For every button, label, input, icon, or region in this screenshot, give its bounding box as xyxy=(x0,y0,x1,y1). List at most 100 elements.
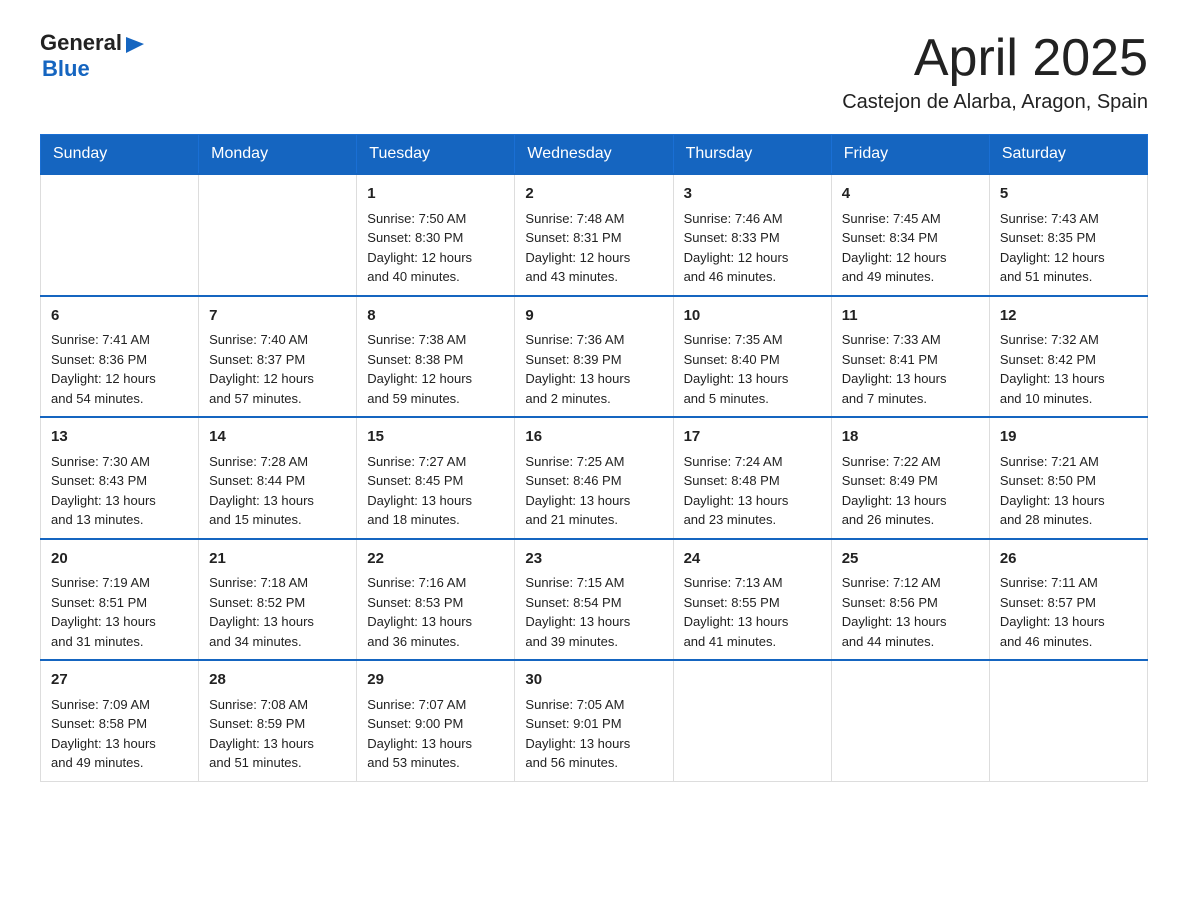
day-content: Daylight: 12 hours xyxy=(1000,248,1137,268)
day-content: Sunset: 8:41 PM xyxy=(842,350,979,370)
day-content: Sunrise: 7:11 AM xyxy=(1000,573,1137,593)
calendar-cell: 19Sunrise: 7:21 AMSunset: 8:50 PMDayligh… xyxy=(989,417,1147,539)
day-content: Sunrise: 7:22 AM xyxy=(842,452,979,472)
day-number: 29 xyxy=(367,669,504,692)
day-content: Sunset: 9:00 PM xyxy=(367,714,504,734)
day-content: and 44 minutes. xyxy=(842,632,979,652)
calendar-week-row: 20Sunrise: 7:19 AMSunset: 8:51 PMDayligh… xyxy=(41,539,1148,661)
day-content: Sunset: 8:36 PM xyxy=(51,350,188,370)
day-content: Sunrise: 7:15 AM xyxy=(525,573,662,593)
day-content: and 39 minutes. xyxy=(525,632,662,652)
day-content: Sunrise: 7:13 AM xyxy=(684,573,821,593)
day-content: Sunrise: 7:16 AM xyxy=(367,573,504,593)
calendar-week-row: 27Sunrise: 7:09 AMSunset: 8:58 PMDayligh… xyxy=(41,660,1148,781)
day-content: Sunset: 8:50 PM xyxy=(1000,471,1137,491)
day-content: Sunrise: 7:41 AM xyxy=(51,330,188,350)
calendar-cell: 20Sunrise: 7:19 AMSunset: 8:51 PMDayligh… xyxy=(41,539,199,661)
day-content: Sunrise: 7:43 AM xyxy=(1000,209,1137,229)
calendar-cell: 11Sunrise: 7:33 AMSunset: 8:41 PMDayligh… xyxy=(831,296,989,418)
calendar-cell: 23Sunrise: 7:15 AMSunset: 8:54 PMDayligh… xyxy=(515,539,673,661)
day-content: and 28 minutes. xyxy=(1000,510,1137,530)
day-content: Sunset: 8:43 PM xyxy=(51,471,188,491)
day-content: and 56 minutes. xyxy=(525,753,662,773)
day-content: Sunrise: 7:28 AM xyxy=(209,452,346,472)
calendar-cell: 9Sunrise: 7:36 AMSunset: 8:39 PMDaylight… xyxy=(515,296,673,418)
day-content: Sunset: 8:42 PM xyxy=(1000,350,1137,370)
calendar-cell: 30Sunrise: 7:05 AMSunset: 9:01 PMDayligh… xyxy=(515,660,673,781)
day-number: 9 xyxy=(525,305,662,328)
calendar-day-header: Monday xyxy=(199,135,357,175)
day-content: Daylight: 13 hours xyxy=(684,369,821,389)
day-content: Sunset: 8:46 PM xyxy=(525,471,662,491)
title-section: April 2025 Castejon de Alarba, Aragon, S… xyxy=(842,30,1148,114)
day-number: 11 xyxy=(842,305,979,328)
day-number: 4 xyxy=(842,183,979,206)
calendar-day-header: Wednesday xyxy=(515,135,673,175)
calendar-cell: 10Sunrise: 7:35 AMSunset: 8:40 PMDayligh… xyxy=(673,296,831,418)
day-content: Sunrise: 7:05 AM xyxy=(525,695,662,715)
day-content: and 57 minutes. xyxy=(209,389,346,409)
day-content: and 18 minutes. xyxy=(367,510,504,530)
calendar-cell: 13Sunrise: 7:30 AMSunset: 8:43 PMDayligh… xyxy=(41,417,199,539)
day-content: and 43 minutes. xyxy=(525,267,662,287)
day-content: Sunset: 8:40 PM xyxy=(684,350,821,370)
calendar-cell: 18Sunrise: 7:22 AMSunset: 8:49 PMDayligh… xyxy=(831,417,989,539)
day-content: Daylight: 13 hours xyxy=(51,734,188,754)
day-content: and 46 minutes. xyxy=(684,267,821,287)
calendar-cell: 28Sunrise: 7:08 AMSunset: 8:59 PMDayligh… xyxy=(199,660,357,781)
logo-arrow-icon xyxy=(124,33,146,55)
day-content: Sunrise: 7:40 AM xyxy=(209,330,346,350)
day-content: Sunrise: 7:09 AM xyxy=(51,695,188,715)
day-number: 21 xyxy=(209,548,346,571)
day-content: Daylight: 12 hours xyxy=(367,248,504,268)
day-content: Sunrise: 7:25 AM xyxy=(525,452,662,472)
day-number: 17 xyxy=(684,426,821,449)
day-content: Sunrise: 7:33 AM xyxy=(842,330,979,350)
day-content: and 40 minutes. xyxy=(367,267,504,287)
day-content: Daylight: 13 hours xyxy=(367,612,504,632)
calendar-cell xyxy=(989,660,1147,781)
day-content: Sunrise: 7:46 AM xyxy=(684,209,821,229)
day-content: Daylight: 13 hours xyxy=(684,612,821,632)
calendar-table: SundayMondayTuesdayWednesdayThursdayFrid… xyxy=(40,134,1148,782)
day-number: 27 xyxy=(51,669,188,692)
calendar-cell: 6Sunrise: 7:41 AMSunset: 8:36 PMDaylight… xyxy=(41,296,199,418)
calendar-cell: 5Sunrise: 7:43 AMSunset: 8:35 PMDaylight… xyxy=(989,174,1147,296)
day-content: Sunset: 8:52 PM xyxy=(209,593,346,613)
calendar-cell: 3Sunrise: 7:46 AMSunset: 8:33 PMDaylight… xyxy=(673,174,831,296)
calendar-day-header: Thursday xyxy=(673,135,831,175)
day-number: 28 xyxy=(209,669,346,692)
calendar-cell: 1Sunrise: 7:50 AMSunset: 8:30 PMDaylight… xyxy=(357,174,515,296)
day-content: Sunset: 8:48 PM xyxy=(684,471,821,491)
calendar-cell: 17Sunrise: 7:24 AMSunset: 8:48 PMDayligh… xyxy=(673,417,831,539)
calendar-cell: 16Sunrise: 7:25 AMSunset: 8:46 PMDayligh… xyxy=(515,417,673,539)
day-content: Daylight: 13 hours xyxy=(842,369,979,389)
day-content: Sunrise: 7:12 AM xyxy=(842,573,979,593)
day-content: and 54 minutes. xyxy=(51,389,188,409)
calendar-cell: 26Sunrise: 7:11 AMSunset: 8:57 PMDayligh… xyxy=(989,539,1147,661)
day-number: 10 xyxy=(684,305,821,328)
calendar-cell: 4Sunrise: 7:45 AMSunset: 8:34 PMDaylight… xyxy=(831,174,989,296)
day-content: and 2 minutes. xyxy=(525,389,662,409)
day-content: Daylight: 12 hours xyxy=(684,248,821,268)
day-content: Daylight: 13 hours xyxy=(51,612,188,632)
logo: General Blue xyxy=(40,30,146,82)
day-content: Daylight: 12 hours xyxy=(209,369,346,389)
day-content: and 41 minutes. xyxy=(684,632,821,652)
day-content: and 26 minutes. xyxy=(842,510,979,530)
day-content: Daylight: 13 hours xyxy=(51,491,188,511)
day-number: 25 xyxy=(842,548,979,571)
day-content: and 23 minutes. xyxy=(684,510,821,530)
day-number: 15 xyxy=(367,426,504,449)
day-number: 7 xyxy=(209,305,346,328)
day-content: Sunrise: 7:35 AM xyxy=(684,330,821,350)
day-content: Daylight: 13 hours xyxy=(1000,612,1137,632)
calendar-week-row: 13Sunrise: 7:30 AMSunset: 8:43 PMDayligh… xyxy=(41,417,1148,539)
day-content: Sunrise: 7:30 AM xyxy=(51,452,188,472)
page-header: General Blue April 2025 Castejon de Alar… xyxy=(40,30,1148,114)
day-content: Daylight: 13 hours xyxy=(367,491,504,511)
day-content: Sunrise: 7:50 AM xyxy=(367,209,504,229)
day-content: Sunrise: 7:27 AM xyxy=(367,452,504,472)
day-content: Daylight: 13 hours xyxy=(367,734,504,754)
day-content: and 5 minutes. xyxy=(684,389,821,409)
